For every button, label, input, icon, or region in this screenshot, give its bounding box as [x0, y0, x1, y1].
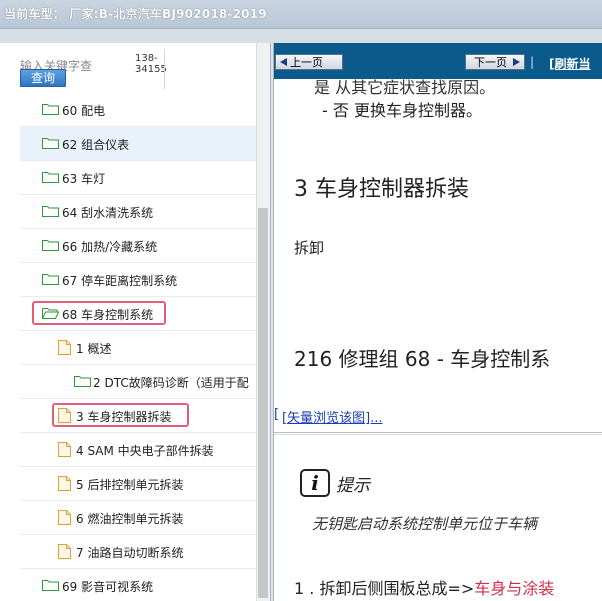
folder-icon — [74, 376, 91, 387]
section-title: 3 车身控制器拆装 — [294, 177, 469, 202]
tree-item-62[interactable]: 62 组合仪表 — [20, 127, 256, 161]
document-icon — [58, 476, 71, 491]
document-icon — [58, 544, 71, 559]
tree-item-label: 63 车灯 — [62, 172, 106, 186]
folder-icon — [42, 138, 59, 149]
search-button[interactable]: 查询 — [20, 69, 66, 87]
folder-icon — [42, 274, 59, 285]
tree-item-label: 4 SAM 中央电子部件拆装 — [76, 444, 214, 458]
vector-link-bracket: [ — [274, 407, 280, 422]
tree-item-label: 66 加热/冷藏系统 — [62, 240, 158, 254]
phone-line-1: 138- — [135, 53, 158, 64]
left-panel: 输入关键字查 查询 138- 34155 60 配电 62 组合仪表 63 车灯… — [0, 43, 270, 601]
folder-icon — [42, 206, 59, 217]
folder-icon — [42, 240, 59, 251]
title-bar: 当前车型： 厂家:B-北京汽车BJ902018-2019 — [0, 0, 602, 43]
vector-view-link[interactable]: [矢量浏览该图]... — [282, 407, 383, 426]
prev-page-button[interactable]: 上一页 — [275, 54, 343, 70]
tree-item-66[interactable]: 66 加热/冷藏系统 — [20, 229, 256, 263]
arrow-left-icon — [280, 58, 287, 66]
tree-item-label: 5 后排控制单元拆装 — [76, 478, 184, 492]
nav-separator: | — [530, 55, 535, 69]
tree-item-68-5[interactable]: 5 后排控制单元拆装 — [20, 467, 256, 501]
tree-item-label: 6 燃油控制单元拆装 — [76, 512, 184, 526]
hint-label: 提示 — [336, 476, 370, 496]
step-line: 1 . 拆卸后侧围板总成=>车身与涂装 — [294, 575, 554, 599]
phone-number: 138- 34155 — [135, 53, 167, 75]
tree-item-63[interactable]: 63 车灯 — [20, 161, 256, 195]
folder-icon — [42, 104, 59, 115]
title-bar-separator — [0, 28, 602, 43]
tree-item-68-4[interactable]: 4 SAM 中央电子部件拆装 — [20, 433, 256, 467]
chapter-tree: 60 配电 62 组合仪表 63 车灯 64 刮水清洗系统 66 加热/冷藏系统… — [20, 93, 256, 601]
tree-scrollbar-thumb[interactable] — [258, 208, 268, 598]
section-divider-shadow — [274, 434, 602, 435]
document-icon — [58, 510, 71, 525]
document-icon — [58, 442, 71, 457]
tree-item-64[interactable]: 64 刮水清洗系统 — [20, 195, 256, 229]
bullet-line: - 否 更换车身控制器。 — [322, 101, 482, 120]
tree-item-label: 3 车身控制器拆装 — [76, 410, 172, 424]
step-text: 1 . 拆卸后侧围板总成=> — [294, 579, 475, 598]
folder-icon — [42, 580, 59, 591]
search-area: 输入关键字查 查询 138- 34155 — [0, 43, 270, 95]
document-icon — [58, 408, 71, 423]
tree-item-label: 1 概述 — [76, 342, 112, 356]
tree-item-67[interactable]: 67 停车距离控制系统 — [20, 263, 256, 297]
tree-item-label: 67 停车距离控制系统 — [62, 274, 178, 288]
tree-item-68[interactable]: 68 车身控制系统 — [20, 297, 256, 331]
page-reference: 216 修理组 68 - 车身控制系 — [294, 347, 551, 371]
content-panel: 上一页 下一页 | [刷新当 是 从其它症状查找原因。 - 否 更换车身控制器。… — [274, 43, 602, 601]
section-divider — [274, 432, 602, 433]
tree-item-label: 64 刮水清洗系统 — [62, 206, 154, 220]
info-icon: i — [300, 469, 330, 497]
manual-page: 是 从其它症状查找原因。 - 否 更换车身控制器。 3 车身控制器拆装 拆卸 2… — [274, 78, 602, 601]
refresh-link[interactable]: [刷新当 — [549, 55, 591, 72]
tree-item-label: 69 影音可视系统 — [62, 580, 154, 594]
tree-item-label: 2 DTC故障码诊断（适用于配 — [93, 376, 249, 390]
next-page-label: 下一页 — [474, 56, 507, 69]
arrow-right-icon — [513, 58, 520, 66]
tree-item-69[interactable]: 69 影音可视系统 — [20, 569, 256, 601]
prev-page-label: 上一页 — [290, 56, 323, 69]
tree-item-label: 68 车身控制系统 — [62, 308, 154, 322]
tree-item-68-1[interactable]: 1 概述 — [20, 331, 256, 365]
tree-item-label: 7 油路自动切断系统 — [76, 546, 184, 560]
window-title: 当前车型： 厂家:B-北京汽车BJ902018-2019 — [4, 7, 267, 21]
step-reference-link[interactable]: 车身与涂装 — [474, 579, 554, 598]
folder-icon — [42, 172, 59, 183]
document-icon — [58, 340, 71, 355]
phone-divider — [164, 49, 165, 89]
tree-item-68-3[interactable]: 3 车身控制器拆装 — [20, 399, 256, 433]
tree-item-68-2[interactable]: 2 DTC故障码诊断（适用于配 — [20, 365, 256, 399]
tree-item-68-7[interactable]: 7 油路自动切断系统 — [20, 535, 256, 569]
folder-open-icon — [42, 308, 59, 319]
phone-line-2: 34155 — [135, 64, 167, 75]
cut-off-text-line: 是 从其它症状查找原因。 — [314, 78, 496, 97]
tree-item-60[interactable]: 60 配电 — [20, 93, 256, 127]
hint-text: 无钥匙启动系统控制单元位于车辆 — [312, 515, 538, 533]
tree-item-label: 62 组合仪表 — [62, 138, 130, 152]
tree-item-label: 60 配电 — [62, 104, 106, 118]
tree-item-68-6[interactable]: 6 燃油控制单元拆装 — [20, 501, 256, 535]
subsection-label: 拆卸 — [294, 239, 325, 257]
next-page-button[interactable]: 下一页 — [465, 54, 525, 70]
